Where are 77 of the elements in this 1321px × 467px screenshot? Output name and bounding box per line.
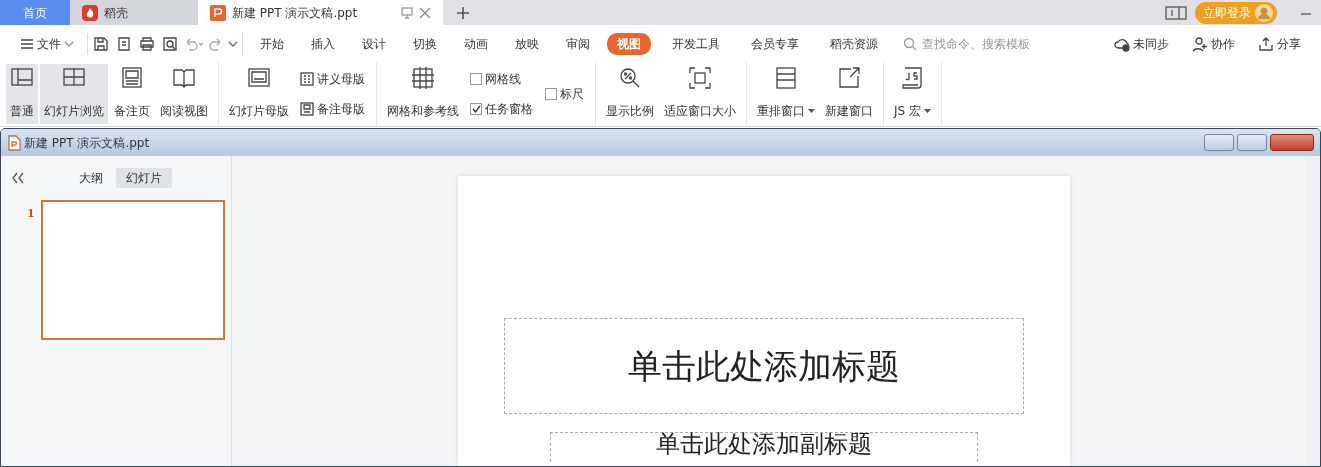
checkbox-box[interactable] [470,103,482,115]
slide-thumbnail[interactable] [40,200,225,340]
check-icon [471,105,481,113]
ribbon-button[interactable]: 普通 [6,64,38,124]
presentation-file-icon [210,4,226,21]
scrollbar[interactable] [1306,156,1320,466]
file-menu[interactable]: 文件 [10,32,84,55]
grid-lines-icon [411,66,435,90]
ribbon-button[interactable]: 幻灯片母版 [225,64,293,124]
print-icon[interactable] [139,35,155,52]
search-icon [903,36,917,51]
ribbon-button[interactable]: 网格和参考线 [383,64,463,124]
new-window-icon [837,66,861,90]
ribbon-button[interactable]: 讲义母版 [297,68,368,90]
title-placeholder[interactable]: 单击此处添加标题 [504,318,1024,414]
caret-icon [64,39,74,48]
checkbox-box[interactable] [545,88,557,100]
person-add-icon [1192,35,1208,52]
menu-tab[interactable]: 放映 [505,32,549,55]
checkbox[interactable]: 网格线 [467,68,536,90]
menu-tab[interactable]: 插入 [301,32,345,55]
ribbon-button[interactable]: 阅读视图 [156,64,212,124]
ribbon-button[interactable]: 新建窗口 [821,64,877,124]
avatar-icon [1255,3,1273,22]
notes-page-icon [120,66,144,90]
toolbar-button[interactable]: 协作 [1182,32,1245,55]
toolbar-button[interactable]: 未同步 [1104,32,1179,55]
restore-button[interactable] [1237,134,1267,151]
panel-tab[interactable]: 幻灯片 [116,168,172,188]
menu-tab[interactable]: 切换 [403,32,447,55]
ribbon-button[interactable]: 幻灯片浏览 [40,64,108,124]
checkbox[interactable]: 任务窗格 [467,98,536,120]
tab[interactable]: 新建 PPT 演示文稿.ppt [198,0,443,25]
caret-icon [924,108,931,114]
menu-tab[interactable]: 会员专享 [741,32,809,55]
menu-tab[interactable]: 稻壳资源 [820,32,888,55]
ribbon-button[interactable]: 显示比例 [602,64,658,124]
menu-tab[interactable]: 审阅 [556,32,600,55]
collapse-icon[interactable] [11,172,25,184]
document-icon [7,134,21,151]
add-tab-icon[interactable] [455,4,471,21]
menu-tab[interactable]: 设计 [352,32,396,55]
ribbon-button[interactable]: 适应窗口大小 [660,64,740,124]
monitor-icon[interactable] [401,6,413,19]
minimize-button[interactable] [1204,134,1234,151]
notes-master-icon [300,102,314,116]
ribbon-button[interactable]: 备注母版 [297,98,368,120]
slide-number: 1 [27,206,35,222]
ribbon-button[interactable]: 备注页 [110,64,154,124]
close-icon[interactable] [419,6,431,19]
menu-tab[interactable]: 开发工具 [662,32,730,55]
save-icon[interactable] [93,35,109,52]
menu-icon [20,37,34,50]
window-title-bar: 新建 PPT 演示文稿.ppt [1,129,1320,156]
toolbar-button[interactable]: 分享 [1248,32,1311,55]
menu-tab[interactable]: 动画 [454,32,498,55]
panel-tab[interactable]: 大纲 [69,168,113,188]
subtitle-placeholder[interactable]: 单击此处添加副标题 [550,432,978,462]
device-icon[interactable] [1165,5,1187,20]
close-button[interactable] [1270,134,1314,151]
share-icon [1258,35,1274,52]
script-icon [900,66,925,90]
ribbon-button[interactable]: 重排窗口 [753,64,819,124]
search-field[interactable]: 查找命令、搜索模板 [920,33,1060,54]
preview-icon[interactable] [162,35,178,52]
checkbox[interactable]: 标尺 [542,83,587,105]
tab[interactable]: 稻壳 [70,0,198,25]
menu-tab[interactable]: 开始 [250,32,294,55]
zoom-icon [618,66,642,90]
ribbon-button[interactable]: JS 宏 [890,64,935,124]
book-icon [172,66,196,90]
fit-window-icon [688,66,712,90]
caret-icon [808,108,815,114]
slide-master-icon [247,66,271,90]
arrange-windows-icon [774,66,798,90]
checkbox-box[interactable] [470,73,482,85]
handout-icon [300,72,314,86]
